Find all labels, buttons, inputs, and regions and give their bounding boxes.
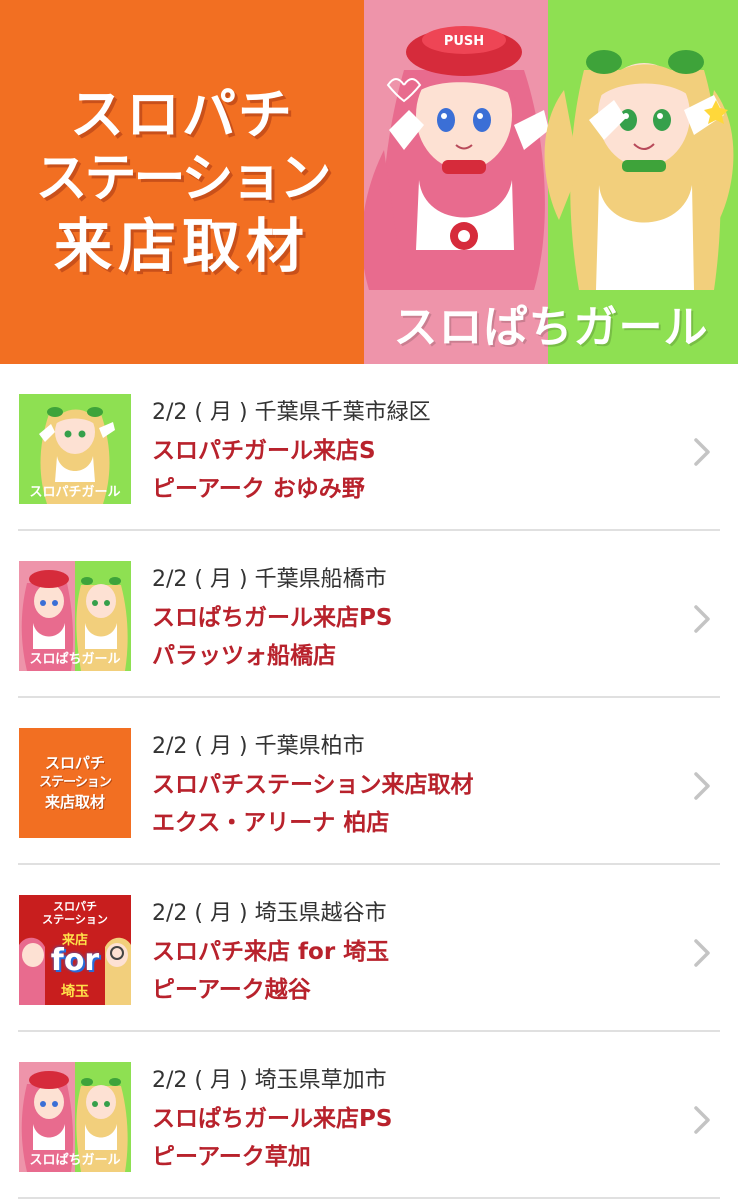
thumbnail-label: スロパチガール: [29, 485, 121, 500]
event-info: 2/2 ( 月 ) 千葉県柏市 スロパチステーション来店取材 エクス・アリーナ …: [152, 728, 672, 842]
event-title: スロぱちガール来店PS: [152, 1106, 393, 1132]
chevron-right-icon[interactable]: [690, 770, 714, 802]
event-list-item[interactable]: スロパチガール 2/2 ( 月 ) 千葉県千葉市緑区 スロパチガール来店S ピー…: [0, 364, 738, 531]
event-title: スロぱちガール来店PS: [152, 605, 393, 631]
event-title: スロパチ来店 for 埼玉: [152, 939, 390, 965]
event-date-location: 2/2 ( 月 ) 千葉県船橋市: [152, 561, 672, 599]
thumbnail-line-4: for: [50, 943, 100, 978]
event-thumbnail: スロパチ ステーション 来店 for 埼玉: [19, 895, 131, 1005]
chevron-right-icon[interactable]: [690, 436, 714, 468]
event-date: 2/2: [152, 567, 188, 592]
event-title: スロパチガール来店S: [152, 438, 376, 464]
event-weekday: ( 月 ): [194, 1068, 248, 1093]
event-date: 2/2: [152, 1068, 188, 1093]
event-weekday: ( 月 ): [194, 734, 248, 759]
event-location: 埼玉県越谷市: [254, 901, 387, 926]
event-date: 2/2: [152, 400, 188, 425]
event-date-location: 2/2 ( 月 ) 千葉県柏市: [152, 728, 672, 766]
event-info: 2/2 ( 月 ) 千葉県千葉市緑区 スロパチガール来店S ピーアーク おゆみ野: [152, 394, 672, 508]
blonde-girl-figure: [544, 50, 734, 290]
event-info: 2/2 ( 月 ) 埼玉県越谷市 スロパチ来店 for 埼玉 ピーアーク越谷: [152, 895, 672, 1009]
chevron-right-icon[interactable]: [690, 937, 714, 969]
banner-title-block: スロパチ ステーション 来店取材: [0, 0, 364, 364]
chevron-right-icon[interactable]: [690, 603, 714, 635]
event-location: 千葉県船橋市: [254, 567, 387, 592]
event-title: スロパチステーション来店取材: [152, 772, 474, 798]
event-venue: ピーアーク越谷: [152, 977, 311, 1003]
event-thumbnail: スロパチ ステーション 来店取材: [19, 728, 131, 838]
thumbnail-heading: スロパチ ステーション: [19, 900, 131, 926]
event-location: 千葉県柏市: [254, 734, 365, 759]
thumbnail-line-2: ステーション: [42, 912, 108, 926]
event-thumbnail: スロぱちガール: [19, 561, 131, 671]
event-date-location: 2/2 ( 月 ) 千葉県千葉市緑区: [152, 394, 672, 432]
event-weekday: ( 月 ): [194, 400, 248, 425]
event-date-location: 2/2 ( 月 ) 埼玉県越谷市: [152, 895, 672, 933]
thumbnail-label: スロぱちガール: [29, 652, 121, 667]
thumbnail-line-1: スロパチ: [44, 753, 105, 772]
event-info: 2/2 ( 月 ) 埼玉県草加市 スロぱちガール来店PS ピーアーク草加: [152, 1062, 672, 1176]
event-location: 埼玉県草加市: [254, 1068, 387, 1093]
thumbnail-line-3: 来店取材: [44, 793, 105, 812]
event-weekday: ( 月 ): [194, 901, 248, 926]
slopachi-girl-logo: スロぱちガール: [364, 282, 738, 364]
event-venue: ピーアーク草加: [152, 1144, 311, 1170]
event-list-item[interactable]: スロぱちガール 2/2 ( 月 ) 千葉県船橋市 スロぱちガール来店PS パラッ…: [0, 531, 738, 698]
thumbnail-line-1: スロパチ: [53, 900, 97, 913]
event-thumbnail: スロパチガール: [19, 394, 131, 504]
event-list-item[interactable]: スロパチ ステーション 来店取材 2/2 ( 月 ) 千葉県柏市 スロパチステー…: [0, 698, 738, 865]
thumbnail-line-2: ステーション: [39, 774, 112, 790]
event-thumbnail: スロぱちガール: [19, 1062, 131, 1172]
chevron-right-icon[interactable]: [690, 1104, 714, 1136]
banner-title-line-1: スロパチ: [70, 82, 294, 146]
svg-text:PUSH: PUSH: [444, 34, 484, 49]
event-date: 2/2: [152, 901, 188, 926]
mascot-girls-illustration: PUSH: [364, 26, 734, 290]
event-list: スロパチガール 2/2 ( 月 ) 千葉県千葉市緑区 スロパチガール来店S ピー…: [0, 364, 738, 1199]
event-venue: ピーアーク おゆみ野: [152, 476, 365, 502]
event-venue: エクス・アリーナ 柏店: [152, 810, 390, 836]
slopachi-girl-logo-text: スロぱちガール: [393, 302, 709, 353]
thumbnail-label: スロぱちガール: [29, 1153, 121, 1168]
event-date-location: 2/2 ( 月 ) 埼玉県草加市: [152, 1062, 672, 1100]
event-location: 千葉県千葉市緑区: [254, 400, 431, 425]
event-venue: パラッツォ船橋店: [152, 643, 336, 669]
thumbnail-line-5: 埼玉: [61, 984, 89, 1000]
pink-girl-figure: PUSH: [364, 26, 549, 290]
event-info: 2/2 ( 月 ) 千葉県船橋市 スロぱちガール来店PS パラッツォ船橋店: [152, 561, 672, 675]
event-weekday: ( 月 ): [194, 567, 248, 592]
hero-banner: スロパチ ステーション 来店取材 PUSH スロぱちガール: [0, 0, 738, 364]
banner-title-line-3: 来店取材: [53, 212, 310, 281]
banner-title-line-2: ステーション: [35, 148, 332, 209]
event-list-item[interactable]: スロパチ ステーション 来店 for 埼玉 2/2 ( 月 ) 埼玉県越谷市 ス…: [0, 865, 738, 1032]
event-list-item[interactable]: スロぱちガール 2/2 ( 月 ) 埼玉県草加市 スロぱちガール来店PS ピーア…: [0, 1032, 738, 1199]
event-date: 2/2: [152, 734, 188, 759]
